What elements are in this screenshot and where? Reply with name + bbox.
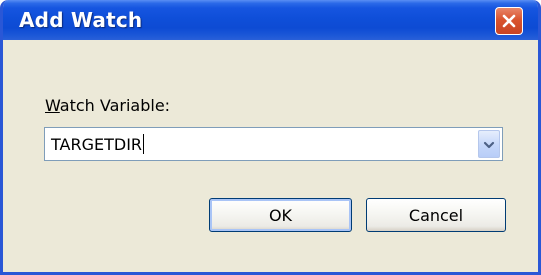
watch-variable-combobox[interactable]: TARGETDIR (44, 127, 503, 161)
label-text: atch Variable: (59, 96, 171, 115)
close-icon (501, 13, 517, 29)
watch-variable-label: Watch Variable: (45, 96, 170, 115)
watch-variable-input[interactable]: TARGETDIR (51, 134, 145, 154)
add-watch-dialog: Add Watch Watch Variable: TARGETDIR OK C… (0, 0, 541, 275)
chevron-down-icon (483, 135, 495, 154)
ok-button[interactable]: OK (209, 198, 352, 232)
text-caret (143, 134, 145, 154)
label-accelerator: W (45, 96, 60, 115)
dropdown-button[interactable] (478, 130, 500, 158)
title-bar[interactable]: Add Watch (3, 0, 538, 40)
cancel-button[interactable]: Cancel (366, 198, 506, 232)
close-button[interactable] (495, 7, 523, 35)
dialog-title: Add Watch (19, 8, 143, 32)
watch-variable-value: TARGETDIR (51, 135, 143, 154)
